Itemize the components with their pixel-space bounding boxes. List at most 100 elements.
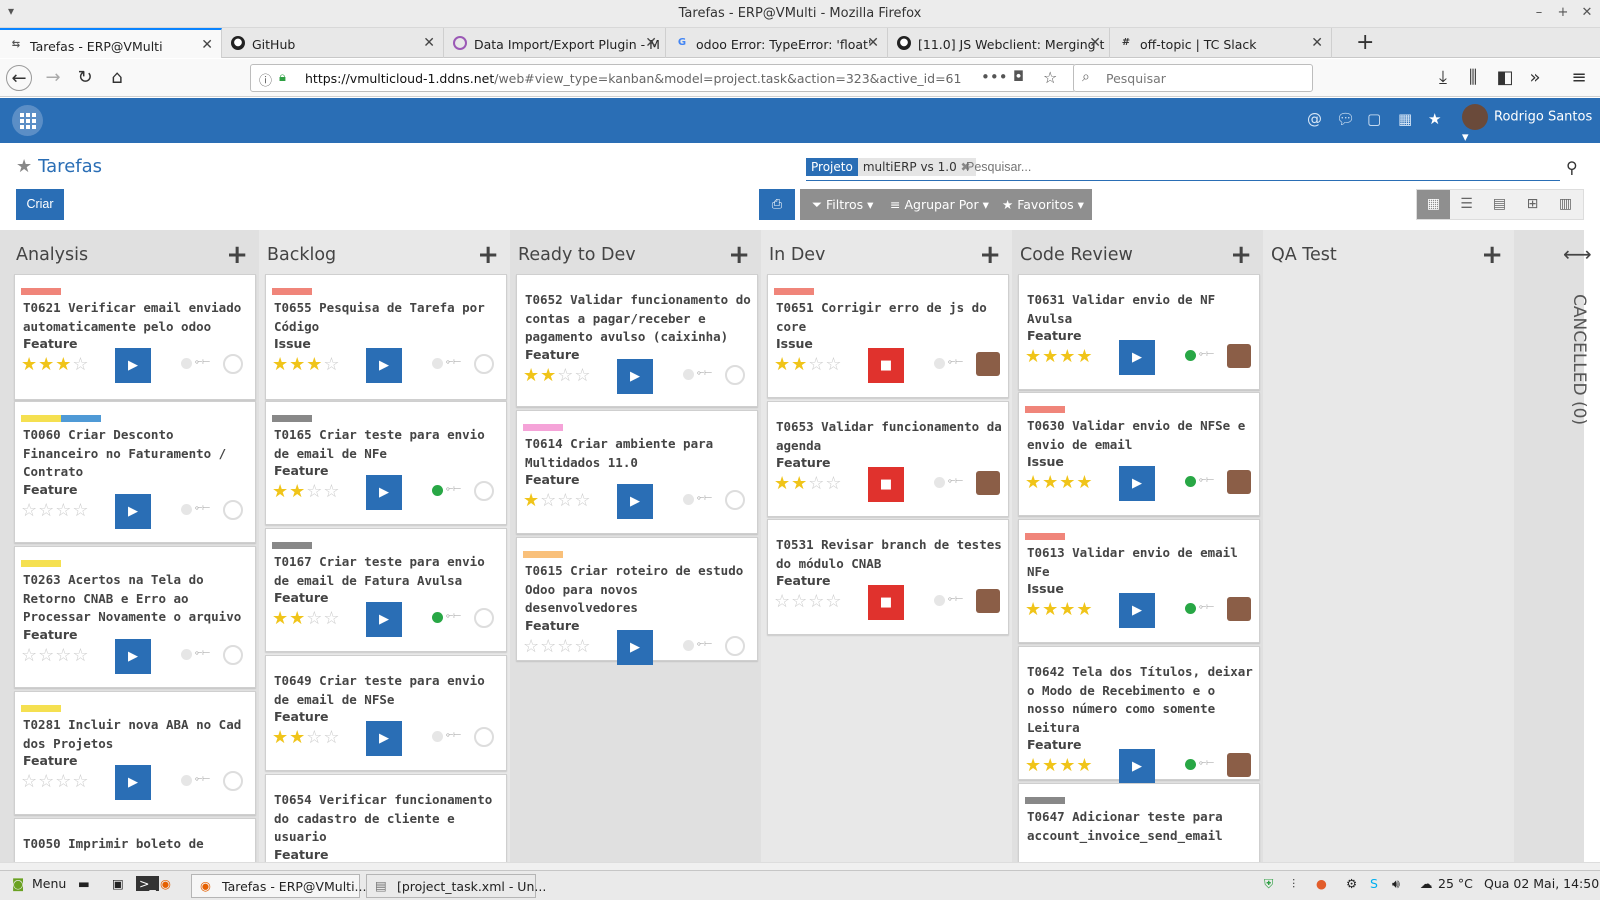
task-card[interactable]: T0621 Verificar email enviado automatica… — [14, 274, 256, 400]
star-icon[interactable]: ★ — [1042, 599, 1059, 620]
priority-stars[interactable]: ★★★☆ — [21, 354, 90, 375]
task-title[interactable]: T0165 Criar teste para envio de email de… — [274, 426, 502, 463]
terminal-icon[interactable]: >_ — [136, 876, 159, 891]
star-icon[interactable]: ☆ — [540, 636, 557, 657]
back-icon[interactable]: ← — [6, 65, 32, 91]
quick-create-icon[interactable]: + — [979, 240, 1001, 270]
task-title[interactable]: T0652 Validar funcionamento do contas a … — [525, 291, 753, 347]
mention-icon[interactable]: @ — [1307, 110, 1322, 128]
priority-stars[interactable]: ★★★★ — [1025, 755, 1094, 776]
task-card[interactable]: T0630 Validar envio de NFSe e envio de e… — [1018, 392, 1260, 516]
star-icon[interactable]: ★ — [774, 473, 791, 494]
task-card[interactable]: T0615 Criar roteiro de estudo Odoo para … — [516, 537, 758, 665]
user-menu[interactable]: Rodrigo Santos ▾ — [1462, 104, 1600, 145]
task-card[interactable]: T0654 Verificar funcionamento do cadastr… — [265, 774, 507, 862]
task-card[interactable]: T0649 Criar teste para envio de email de… — [265, 655, 507, 771]
sidebar-icon[interactable]: ◧ — [1492, 65, 1518, 91]
task-card[interactable]: T0167 Criar teste para envio de email de… — [265, 528, 507, 652]
camera-icon[interactable] — [223, 771, 243, 791]
task-card[interactable]: T0050 Imprimir boleto de — [14, 818, 256, 862]
kanban-state-icon[interactable] — [1185, 350, 1196, 361]
camera-icon[interactable] — [223, 644, 243, 665]
camera-icon[interactable] — [223, 499, 243, 520]
volume-icon[interactable]: 🔊︎ — [1392, 876, 1400, 892]
star-icon[interactable]: ★ — [791, 354, 808, 375]
start-timer-button[interactable]: ▶ — [366, 348, 402, 383]
priority-stars[interactable]: ☆☆☆☆ — [774, 591, 843, 612]
page-actions-icon[interactable]: ••• — [981, 68, 1008, 86]
star-icon[interactable]: ★ — [523, 365, 540, 386]
task-title[interactable]: T0060 Criar Desconto Financeiro no Fatur… — [23, 426, 251, 482]
star-icon[interactable]: ★ — [38, 354, 55, 375]
start-menu[interactable]: Menu — [32, 876, 66, 891]
camera-icon[interactable] — [474, 608, 494, 628]
stop-timer-button[interactable]: ■ — [868, 585, 904, 620]
library-icon[interactable]: ⫼ — [1460, 65, 1486, 91]
show-desktop-icon[interactable]: ▬ — [78, 876, 90, 891]
star-icon[interactable]: ☆ — [38, 645, 55, 666]
priority-stars[interactable]: ★★★★ — [1025, 346, 1094, 367]
tab-tarefas[interactable]: ⇆ Tarefas - ERP@VMulti ✕ — [0, 28, 222, 58]
star-icon[interactable]: ☆ — [791, 591, 808, 612]
priority-stars[interactable]: ★★☆☆ — [774, 354, 843, 375]
chat-icon[interactable]: 💬︎ — [1336, 110, 1355, 128]
quick-create-icon[interactable]: + — [477, 240, 499, 270]
star-icon[interactable]: ☆ — [55, 645, 72, 666]
start-timer-button[interactable]: ▶ — [1119, 466, 1155, 501]
start-timer-button[interactable]: ▶ — [617, 629, 653, 665]
priority-stars[interactable]: ★★☆☆ — [272, 481, 341, 502]
priority-stars[interactable]: ☆☆☆☆ — [21, 645, 90, 666]
star-icon[interactable]: ☆ — [808, 473, 825, 494]
kanban-state-icon[interactable] — [181, 358, 192, 369]
avatar[interactable] — [1227, 344, 1251, 368]
search-facet[interactable]: Projeto multiERP vs 1.0 ✖ — [806, 158, 976, 179]
star-icon[interactable]: ★ — [791, 473, 808, 494]
firefox-icon[interactable]: ◉ — [160, 876, 171, 891]
task-card[interactable]: T0647 Adicionar teste para account_invoi… — [1018, 783, 1260, 862]
column-title[interactable]: In Dev — [769, 245, 825, 265]
kanban-state-icon[interactable] — [432, 358, 443, 369]
star-icon[interactable]: ★ — [272, 481, 289, 502]
star-icon[interactable]: ☆ — [825, 354, 842, 375]
task-title[interactable]: T0263 Acertos na Tela do Retorno CNAB e … — [23, 571, 251, 627]
star-icon[interactable]: ☆ — [21, 771, 38, 792]
calendar-icon[interactable]: ▦ — [1398, 110, 1412, 128]
pocket-icon[interactable]: ◘ — [1013, 69, 1024, 85]
task-title[interactable]: T0653 Validar funcionamento da agenda — [776, 418, 1004, 455]
star-icon[interactable]: ☆ — [323, 727, 340, 748]
column-title[interactable]: Analysis — [16, 245, 88, 265]
task-card[interactable]: T0653 Validar funcionamento da agenda Fea… — [767, 401, 1009, 517]
stop-timer-button[interactable]: ■ — [868, 467, 904, 502]
kanban-state-icon[interactable] — [181, 648, 192, 660]
kanban-state-icon[interactable] — [934, 358, 945, 369]
favorite-star-icon[interactable]: ★ — [1428, 110, 1441, 128]
kanban-state-icon[interactable] — [432, 731, 443, 742]
task-title[interactable]: T0654 Verificar funcionamento do cadastr… — [274, 791, 502, 847]
page-title[interactable]: Tarefas — [38, 156, 102, 177]
info-icon[interactable]: ⓘ — [259, 70, 272, 89]
task-card[interactable]: T0614 Criar ambiente para Multidados 11.… — [516, 410, 758, 534]
task-card[interactable]: T0165 Criar teste para envio de email de… — [265, 401, 507, 525]
bookmark-star-icon[interactable]: ☆ — [1043, 68, 1057, 87]
star-icon[interactable]: ☆ — [306, 481, 323, 502]
star-icon[interactable]: ★ — [272, 608, 289, 629]
column-title[interactable]: QA Test — [1271, 245, 1337, 265]
avatar[interactable] — [976, 589, 1000, 613]
search-icon[interactable]: ⚲ — [1566, 158, 1578, 177]
star-icon[interactable]: ★ — [1042, 472, 1059, 493]
groupby-dropdown[interactable]: ≡ Agrupar Por ▾ — [890, 197, 989, 212]
star-icon[interactable]: ★ — [1025, 755, 1042, 776]
tab-google-search[interactable]: G odoo Error: TypeError: 'float' ✕ — [666, 28, 888, 58]
list-view-icon[interactable]: ☰ — [1450, 190, 1483, 219]
star-icon[interactable]: ☆ — [557, 636, 574, 657]
start-timer-button[interactable]: ▶ — [115, 348, 151, 383]
shield-icon[interactable]: ⛨ — [1264, 876, 1273, 892]
camera-icon[interactable] — [725, 364, 745, 385]
quick-create-icon[interactable]: + — [226, 240, 248, 270]
star-icon[interactable]: ★ — [272, 354, 289, 375]
maximize-icon[interactable]: + — [1554, 5, 1572, 20]
star-icon[interactable]: ☆ — [38, 500, 55, 521]
star-icon[interactable]: ☆ — [574, 365, 591, 386]
task-title[interactable]: T0281 Incluir nova ABA no Cad dos Projet… — [23, 716, 251, 753]
star-icon[interactable]: ☆ — [574, 490, 591, 511]
